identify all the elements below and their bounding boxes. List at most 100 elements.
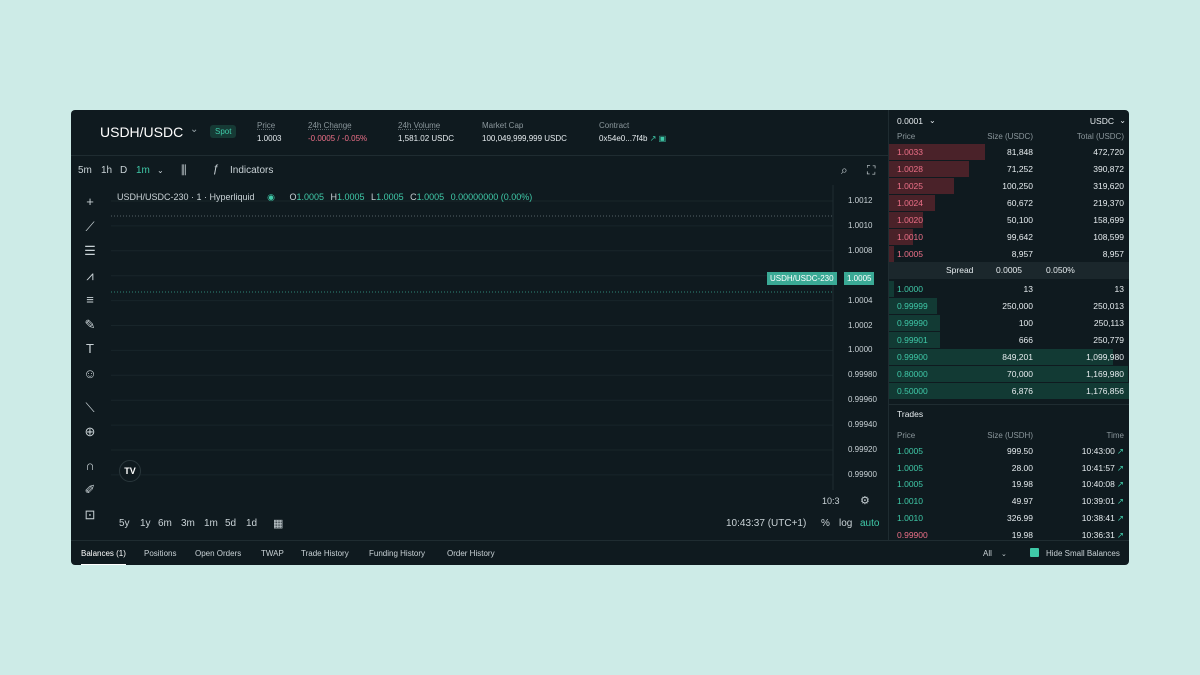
- ask-row[interactable]: 1.0010 99,642 108,599: [889, 229, 1129, 245]
- interval-1h[interactable]: 1h: [101, 165, 112, 176]
- settings-gear-icon[interactable]: ⚙: [860, 494, 870, 507]
- hide-small-checkbox[interactable]: [1030, 548, 1039, 557]
- fib-icon[interactable]: ≡: [79, 291, 101, 309]
- interval-5m[interactable]: 5m: [78, 165, 92, 176]
- chevron-down-icon[interactable]: ⌄: [929, 116, 936, 125]
- external-link-icon[interactable]: ↗: [650, 134, 657, 143]
- size: 6,876: [1011, 386, 1033, 396]
- y-tick-label: 0.99900: [848, 469, 877, 479]
- external-link-icon[interactable]: ↗: [1117, 446, 1124, 456]
- chevron-down-icon[interactable]: ⌄: [190, 124, 198, 135]
- filter-select[interactable]: All: [983, 549, 992, 558]
- ask-row[interactable]: 1.0033 81,848 472,720: [889, 144, 1129, 160]
- range-3m[interactable]: 3m: [181, 518, 195, 529]
- tab-trade-history[interactable]: Trade History: [301, 549, 349, 558]
- zoom-in-icon[interactable]: ⊕: [79, 423, 101, 441]
- contract-address[interactable]: 0x54e0...7f4b: [599, 134, 647, 143]
- trade-row[interactable]: 1.0010 326.99 10:38:41 ↗: [889, 510, 1129, 526]
- hide-small-label: Hide Small Balances: [1046, 549, 1120, 558]
- brush-icon[interactable]: ✎: [79, 316, 101, 334]
- interval-d[interactable]: D: [120, 165, 127, 176]
- horizontal-lines-icon[interactable]: ☰: [79, 242, 101, 260]
- ask-row[interactable]: 1.0025 100,250 319,620: [889, 178, 1129, 194]
- zoom-search-icon[interactable]: ⌕: [841, 163, 848, 178]
- trade-row[interactable]: 0.99900 19.98 10:36:31 ↗: [889, 527, 1129, 543]
- total: 250,779: [1093, 335, 1124, 345]
- bid-row[interactable]: 0.99900 849,201 1,099,980: [889, 349, 1129, 365]
- range-5d[interactable]: 5d: [225, 518, 236, 529]
- range-6m[interactable]: 6m: [158, 518, 172, 529]
- external-link-icon[interactable]: ↗: [1117, 479, 1124, 489]
- ask-row[interactable]: 1.0028 71,252 390,872: [889, 161, 1129, 177]
- range-1d[interactable]: 1d: [246, 518, 257, 529]
- market-type-badge: Spot: [210, 125, 237, 138]
- chevron-down-icon[interactable]: ⌄: [1001, 550, 1007, 558]
- bid-row[interactable]: 0.99901 666 250,779: [889, 332, 1129, 348]
- auto-toggle[interactable]: auto: [860, 518, 879, 529]
- text-icon[interactable]: T: [79, 340, 101, 358]
- bid-row[interactable]: 0.99990 100 250,113: [889, 315, 1129, 331]
- total: 1,169,980: [1086, 369, 1124, 379]
- copy-icon[interactable]: ▣: [659, 134, 667, 143]
- percent-toggle[interactable]: %: [821, 518, 830, 529]
- legend-symbol[interactable]: USDH/USDC-230 · 1 · Hyperliquid: [117, 192, 255, 202]
- tab-funding-history[interactable]: Funding History: [369, 549, 425, 558]
- indicators-button[interactable]: Indicators: [230, 165, 273, 176]
- ohlc-change: 0.00000000 (0.00%): [450, 192, 533, 202]
- bid-row[interactable]: 0.99999 250,000 250,013: [889, 298, 1129, 314]
- candle-type-icon[interactable]: ⫼: [181, 163, 187, 178]
- bid-row[interactable]: 1.0000 13 13: [889, 281, 1129, 297]
- unit-select[interactable]: USDC: [1090, 116, 1114, 126]
- tradingview-logo-icon[interactable]: TV: [119, 460, 141, 482]
- external-link-icon[interactable]: ↗: [1117, 513, 1124, 523]
- tab-twap[interactable]: TWAP: [261, 549, 284, 558]
- crosshair-icon[interactable]: +: [79, 193, 101, 211]
- ruler-icon[interactable]: ⟍: [79, 399, 101, 417]
- trade-size: 326.99: [1007, 512, 1033, 523]
- trade-price: 1.0010: [897, 496, 923, 507]
- tab-positions[interactable]: Positions: [144, 549, 176, 558]
- size: 99,642: [1007, 232, 1033, 242]
- external-link-icon[interactable]: ↗: [1117, 463, 1124, 473]
- calendar-icon[interactable]: ▦: [273, 517, 283, 530]
- clock-timezone[interactable]: 10:43:37 (UTC+1): [726, 518, 806, 529]
- pattern-icon[interactable]: ⩘: [79, 267, 101, 285]
- price: 0.99999: [897, 301, 928, 311]
- price: 1.0000: [897, 284, 923, 294]
- bid-row[interactable]: 0.80000 70,000 1,169,980: [889, 366, 1129, 382]
- ask-row[interactable]: 1.0005 8,957 8,957: [889, 246, 1129, 262]
- fullscreen-icon[interactable]: ⛶: [867, 163, 875, 178]
- chevron-down-icon[interactable]: ⌄: [157, 166, 164, 175]
- lock-icon[interactable]: ⊡: [79, 506, 101, 524]
- ask-row[interactable]: 1.0024 60,672 219,370: [889, 195, 1129, 211]
- tab-balances[interactable]: Balances (1): [81, 549, 126, 565]
- trade-row[interactable]: 1.0010 49.97 10:39:01 ↗: [889, 493, 1129, 509]
- external-link-icon[interactable]: ↗: [1117, 530, 1124, 540]
- tab-order-history[interactable]: Order History: [447, 549, 495, 558]
- log-toggle[interactable]: log: [839, 518, 852, 529]
- range-1y[interactable]: 1y: [140, 518, 151, 529]
- trade-row[interactable]: 1.0005 999.50 10:43:00 ↗: [889, 443, 1129, 459]
- tab-open-orders[interactable]: Open Orders: [195, 549, 241, 558]
- trade-size: 19.98: [1011, 479, 1033, 490]
- range-1m[interactable]: 1m: [204, 518, 218, 529]
- total: 319,620: [1093, 181, 1124, 191]
- ask-row[interactable]: 1.0020 50,100 158,699: [889, 212, 1129, 228]
- pair-selector[interactable]: USDH/USDC: [100, 124, 183, 140]
- trend-line-icon[interactable]: ⟋: [79, 218, 101, 236]
- interval-1m[interactable]: 1m: [136, 165, 150, 176]
- external-link-icon[interactable]: ↗: [1117, 496, 1124, 506]
- tick-size-select[interactable]: 0.0001: [897, 116, 923, 126]
- range-5y[interactable]: 5y: [119, 518, 130, 529]
- trade-row[interactable]: 1.0005 28.00 10:41:57 ↗: [889, 460, 1129, 476]
- magnet-icon[interactable]: ∩: [79, 457, 101, 475]
- price-axis[interactable]: 1.00121.00101.00081.00061.00041.00021.00…: [836, 185, 888, 490]
- trade-row[interactable]: 1.0005 19.98 10:40:08 ↗: [889, 476, 1129, 492]
- emoji-icon[interactable]: ☺: [79, 365, 101, 383]
- price: 1.0005: [897, 249, 923, 259]
- price-chart[interactable]: [111, 185, 834, 490]
- chevron-down-icon[interactable]: ⌄: [1119, 116, 1126, 125]
- function-icon[interactable]: ƒ: [213, 163, 219, 175]
- lock-drawings-icon[interactable]: ✐: [79, 481, 101, 499]
- bid-row[interactable]: 0.50000 6,876 1,176,856: [889, 383, 1129, 399]
